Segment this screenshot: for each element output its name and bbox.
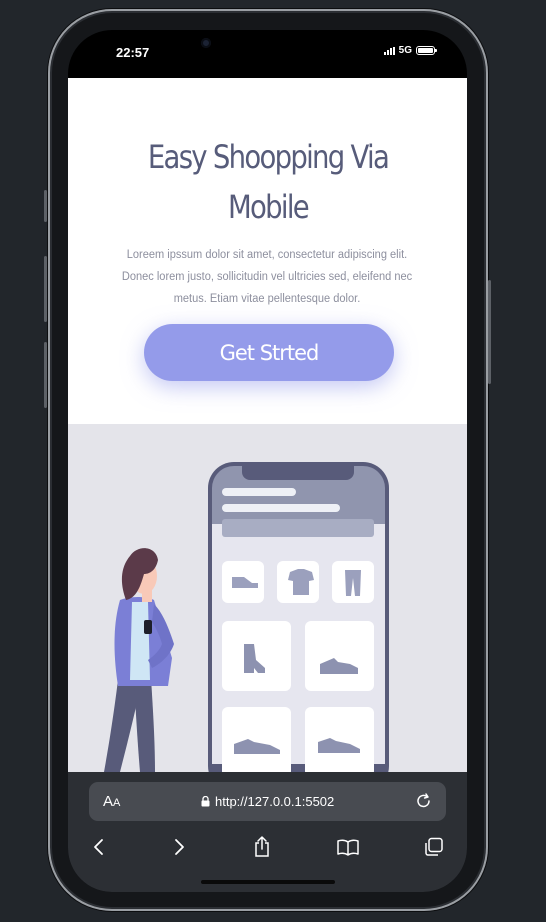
illustration-phone: [208, 462, 389, 772]
battery-icon: [416, 46, 437, 55]
hero-illustration: [68, 424, 467, 772]
shopping-illustration: [104, 462, 389, 772]
silent-switch: [44, 190, 47, 222]
lock-icon: [201, 796, 210, 807]
status-bar: 22:57 5G: [68, 30, 467, 78]
phone-screen: 22:57 5G Easy Shoopping Via Mobile Loree…: [68, 30, 467, 892]
text-size-button[interactable]: AA: [103, 793, 120, 810]
browser-bottom-bar: AA http://127.0.0.1:5502: [68, 772, 467, 892]
status-time: 22:57: [116, 45, 150, 60]
camera-icon: [201, 38, 211, 48]
hero-section: Easy Shoopping Via Mobile Loreem ipssum …: [68, 78, 467, 424]
reload-icon[interactable]: [414, 791, 434, 816]
title-line-2: Mobile: [228, 188, 310, 226]
tabs-icon[interactable]: [421, 834, 447, 860]
title-line-1: Easy Shoopping Via: [147, 138, 390, 176]
back-icon[interactable]: [86, 834, 112, 860]
share-icon[interactable]: [249, 834, 275, 860]
text-size-label-big: A: [103, 793, 114, 810]
signal-icon: [383, 46, 395, 55]
url-display[interactable]: http://127.0.0.1:5502: [201, 794, 334, 809]
get-started-button[interactable]: Get Strted: [144, 324, 394, 381]
address-bar[interactable]: AA http://127.0.0.1:5502: [89, 782, 446, 821]
page-title: Easy Shoopping Via Mobile: [130, 132, 405, 232]
power-button: [488, 280, 491, 384]
volume-down-button: [44, 342, 47, 408]
illustration-woman: [104, 548, 174, 772]
volume-up-button: [44, 256, 47, 322]
forward-icon[interactable]: [166, 834, 192, 860]
url-text: http://127.0.0.1:5502: [215, 794, 335, 809]
hero-description: Loreem ipssum dolor sit amet, consectetu…: [121, 249, 413, 305]
browser-toolbar: [68, 830, 467, 864]
bookmarks-icon[interactable]: [335, 834, 361, 860]
network-label: 5G: [398, 45, 412, 56]
home-indicator: [201, 880, 335, 884]
status-indicators: 5G: [383, 45, 437, 56]
web-page[interactable]: Easy Shoopping Via Mobile Loreem ipssum …: [68, 78, 467, 772]
notch: [186, 30, 350, 64]
text-size-label-small: A: [113, 797, 121, 809]
